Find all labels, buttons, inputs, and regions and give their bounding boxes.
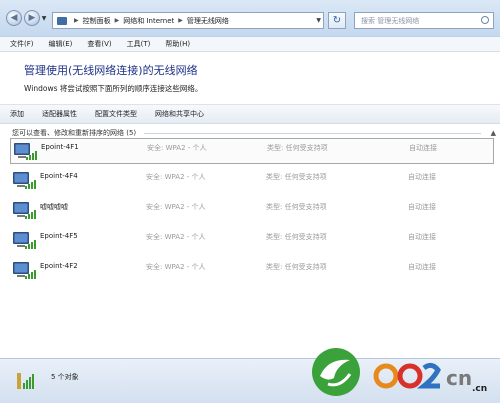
network-type: 类型: 任何受支持项 xyxy=(266,263,327,271)
wireless-signal-icon xyxy=(17,373,34,389)
network-sharing-center-button[interactable]: 网络和共享中心 xyxy=(149,109,212,119)
network-type: 类型: 任何受支持项 xyxy=(266,233,327,241)
breadcrumb-network-internet[interactable]: 网络和 Internet xyxy=(123,16,174,26)
profile-types-button[interactable]: 配置文件类型 xyxy=(89,109,145,119)
network-row[interactable]: 嘘嘘嘘嘘 安全: WPA2 - 个人 类型: 任何受支持项 自动连接 xyxy=(10,198,494,224)
add-button[interactable]: 添加 xyxy=(4,109,32,119)
address-dropdown-chevron-down-icon[interactable]: ▼ xyxy=(316,17,321,24)
network-name: 嘘嘘嘘嘘 xyxy=(40,203,68,211)
network-security: 安全: WPA2 - 个人 xyxy=(147,144,207,152)
network-group-header[interactable]: 您可以查看、修改和重新排序的网络 (5) ▲ xyxy=(12,128,496,138)
network-security: 安全: WPA2 - 个人 xyxy=(146,263,206,271)
wireless-network-icon xyxy=(13,172,36,189)
menu-bar: 文件(F) 编辑(E) 查看(V) 工具(T) 帮助(H) xyxy=(0,37,500,52)
network-row[interactable]: Epoint-4F5 安全: WPA2 - 个人 类型: 任何受支持项 自动连接 xyxy=(10,228,494,254)
search-input[interactable]: 搜索 管理无线网络 xyxy=(354,12,494,29)
group-divider xyxy=(144,132,481,134)
network-security: 安全: WPA2 - 个人 xyxy=(146,233,206,241)
network-security: 安全: WPA2 - 个人 xyxy=(146,173,206,181)
main-content: 管理使用(无线网络连接)的无线网络 Windows 将尝试按照下面所列的顺序连接… xyxy=(0,52,500,358)
network-auto-connect: 自动连接 xyxy=(408,233,436,241)
search-placeholder: 搜索 管理无线网络 xyxy=(361,16,420,25)
menu-view[interactable]: 查看(V) xyxy=(77,39,116,49)
group-label: 您可以查看、修改和重新排序的网络 (5) xyxy=(12,129,137,137)
breadcrumb-control-panel[interactable]: 控制面板 xyxy=(83,16,111,26)
page-title: 管理使用(无线网络连接)的无线网络 xyxy=(24,64,198,77)
recent-pages-chevron-down-icon[interactable]: ▼ xyxy=(40,15,48,23)
network-type: 类型: 任何受支持项 xyxy=(266,173,327,181)
network-type: 类型: 任何受支持项 xyxy=(267,144,328,152)
command-toolbar: 添加 适配器属性 配置文件类型 网络和共享中心 xyxy=(0,104,500,124)
network-name: Epoint-4F2 xyxy=(40,262,78,270)
object-count: 5 个对象 xyxy=(51,373,79,381)
network-auto-connect: 自动连接 xyxy=(408,203,436,211)
wireless-network-icon xyxy=(13,202,36,219)
menu-help[interactable]: 帮助(H) xyxy=(155,39,195,49)
page-description: Windows 将尝试按照下面所列的顺序连接这些网络。 xyxy=(24,84,203,93)
control-panel-icon xyxy=(57,16,67,25)
breadcrumb-separator-icon[interactable]: ▶ xyxy=(115,17,120,24)
wireless-network-icon xyxy=(14,143,37,160)
network-auto-connect: 自动连接 xyxy=(408,173,436,181)
watermark-suffix: .cn xyxy=(472,384,488,394)
network-type: 类型: 任何受支持项 xyxy=(266,203,327,211)
site-watermark-logo: cn xyxy=(312,348,472,396)
breadcrumb-separator-icon[interactable]: ▶ xyxy=(178,17,183,24)
network-name: Epoint-4F4 xyxy=(40,172,78,180)
network-row[interactable]: Epoint-4F1 安全: WPA2 - 个人 类型: 任何受支持项 自动连接 xyxy=(10,138,494,164)
network-name: Epoint-4F1 xyxy=(41,143,79,151)
adapter-properties-button[interactable]: 适配器属性 xyxy=(36,109,85,119)
network-auto-connect: 自动连接 xyxy=(408,263,436,271)
menu-edit[interactable]: 编辑(E) xyxy=(39,39,78,49)
wireless-network-icon xyxy=(13,232,36,249)
collapse-chevron-up-icon[interactable]: ▲ xyxy=(491,129,496,137)
refresh-button[interactable]: ↻ xyxy=(328,12,346,29)
back-button[interactable]: ◀ xyxy=(6,10,22,26)
breadcrumb-manage-wireless[interactable]: 管理无线网络 xyxy=(187,16,229,26)
menu-file[interactable]: 文件(F) xyxy=(0,39,39,49)
title-bar: ◀ ▶ ▼ ▶ 控制面板 ▶ 网络和 Internet ▶ 管理无线网络 ▼ ↻… xyxy=(0,0,500,36)
network-auto-connect: 自动连接 xyxy=(409,144,437,152)
forward-button[interactable]: ▶ xyxy=(24,10,40,26)
address-bar[interactable]: ▶ 控制面板 ▶ 网络和 Internet ▶ 管理无线网络 ▼ xyxy=(52,12,324,29)
wireless-network-icon xyxy=(13,262,36,279)
breadcrumb-separator-icon[interactable]: ▶ xyxy=(74,17,79,24)
svg-text:cn: cn xyxy=(446,366,472,390)
search-icon[interactable] xyxy=(481,16,489,24)
network-name: Epoint-4F5 xyxy=(40,232,78,240)
network-row[interactable]: Epoint-4F2 安全: WPA2 - 个人 类型: 任何受支持项 自动连接 xyxy=(10,258,494,284)
network-row[interactable]: Epoint-4F4 安全: WPA2 - 个人 类型: 任何受支持项 自动连接 xyxy=(10,168,494,194)
menu-tools[interactable]: 工具(T) xyxy=(117,39,156,49)
network-security: 安全: WPA2 - 个人 xyxy=(146,203,206,211)
